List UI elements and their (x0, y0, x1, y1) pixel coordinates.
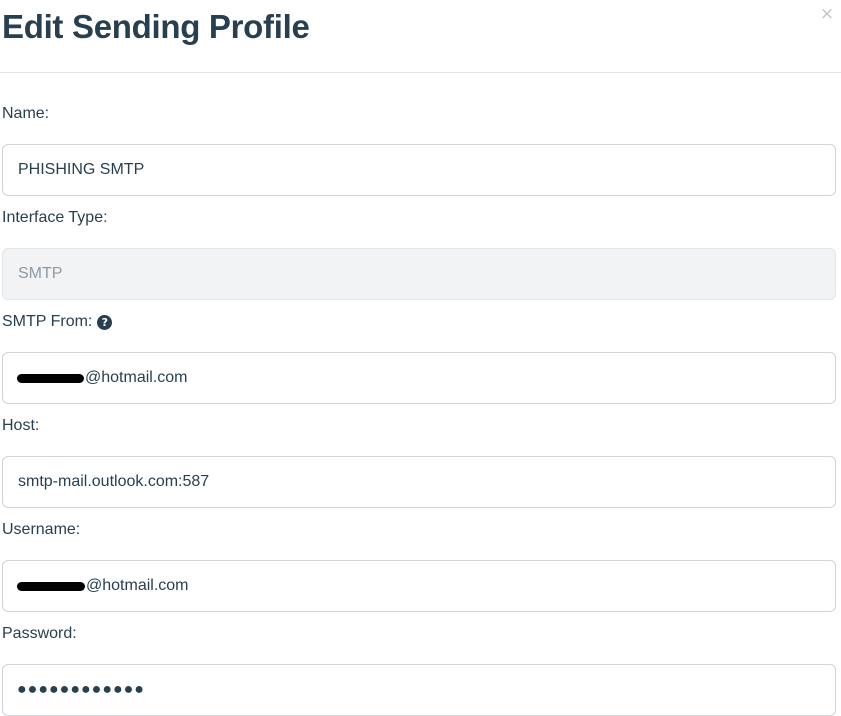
name-input[interactable] (2, 144, 836, 196)
redaction-mark (17, 581, 85, 591)
smtp-from-label: SMTP From: ? (2, 313, 113, 331)
smtp-from-value: @hotmail.com (85, 369, 188, 386)
redaction-mark (17, 373, 84, 383)
close-icon[interactable]: × (819, 5, 835, 23)
password-label: Password: (2, 625, 77, 642)
password-input[interactable]: ●●●●●●●●●●●● (2, 664, 836, 716)
smtp-from-input[interactable]: @hotmail.com (2, 352, 836, 404)
username-input[interactable]: @hotmail.com (2, 560, 836, 612)
interface-type-input (2, 248, 836, 300)
interface-type-label: Interface Type: (2, 209, 108, 226)
question-circle-icon[interactable]: ? (97, 314, 113, 330)
username-value: @hotmail.com (86, 577, 189, 594)
smtp-from-label-text: SMTP From: (2, 313, 93, 330)
host-label: Host: (2, 417, 40, 434)
name-label: Name: (2, 105, 50, 122)
host-input[interactable] (2, 456, 836, 508)
username-label: Username: (2, 521, 81, 538)
modal-title: Edit Sending Profile (2, 8, 310, 45)
password-value: ●●●●●●●●●●●● (17, 681, 145, 698)
modal-header: Edit Sending Profile × (0, 0, 841, 73)
